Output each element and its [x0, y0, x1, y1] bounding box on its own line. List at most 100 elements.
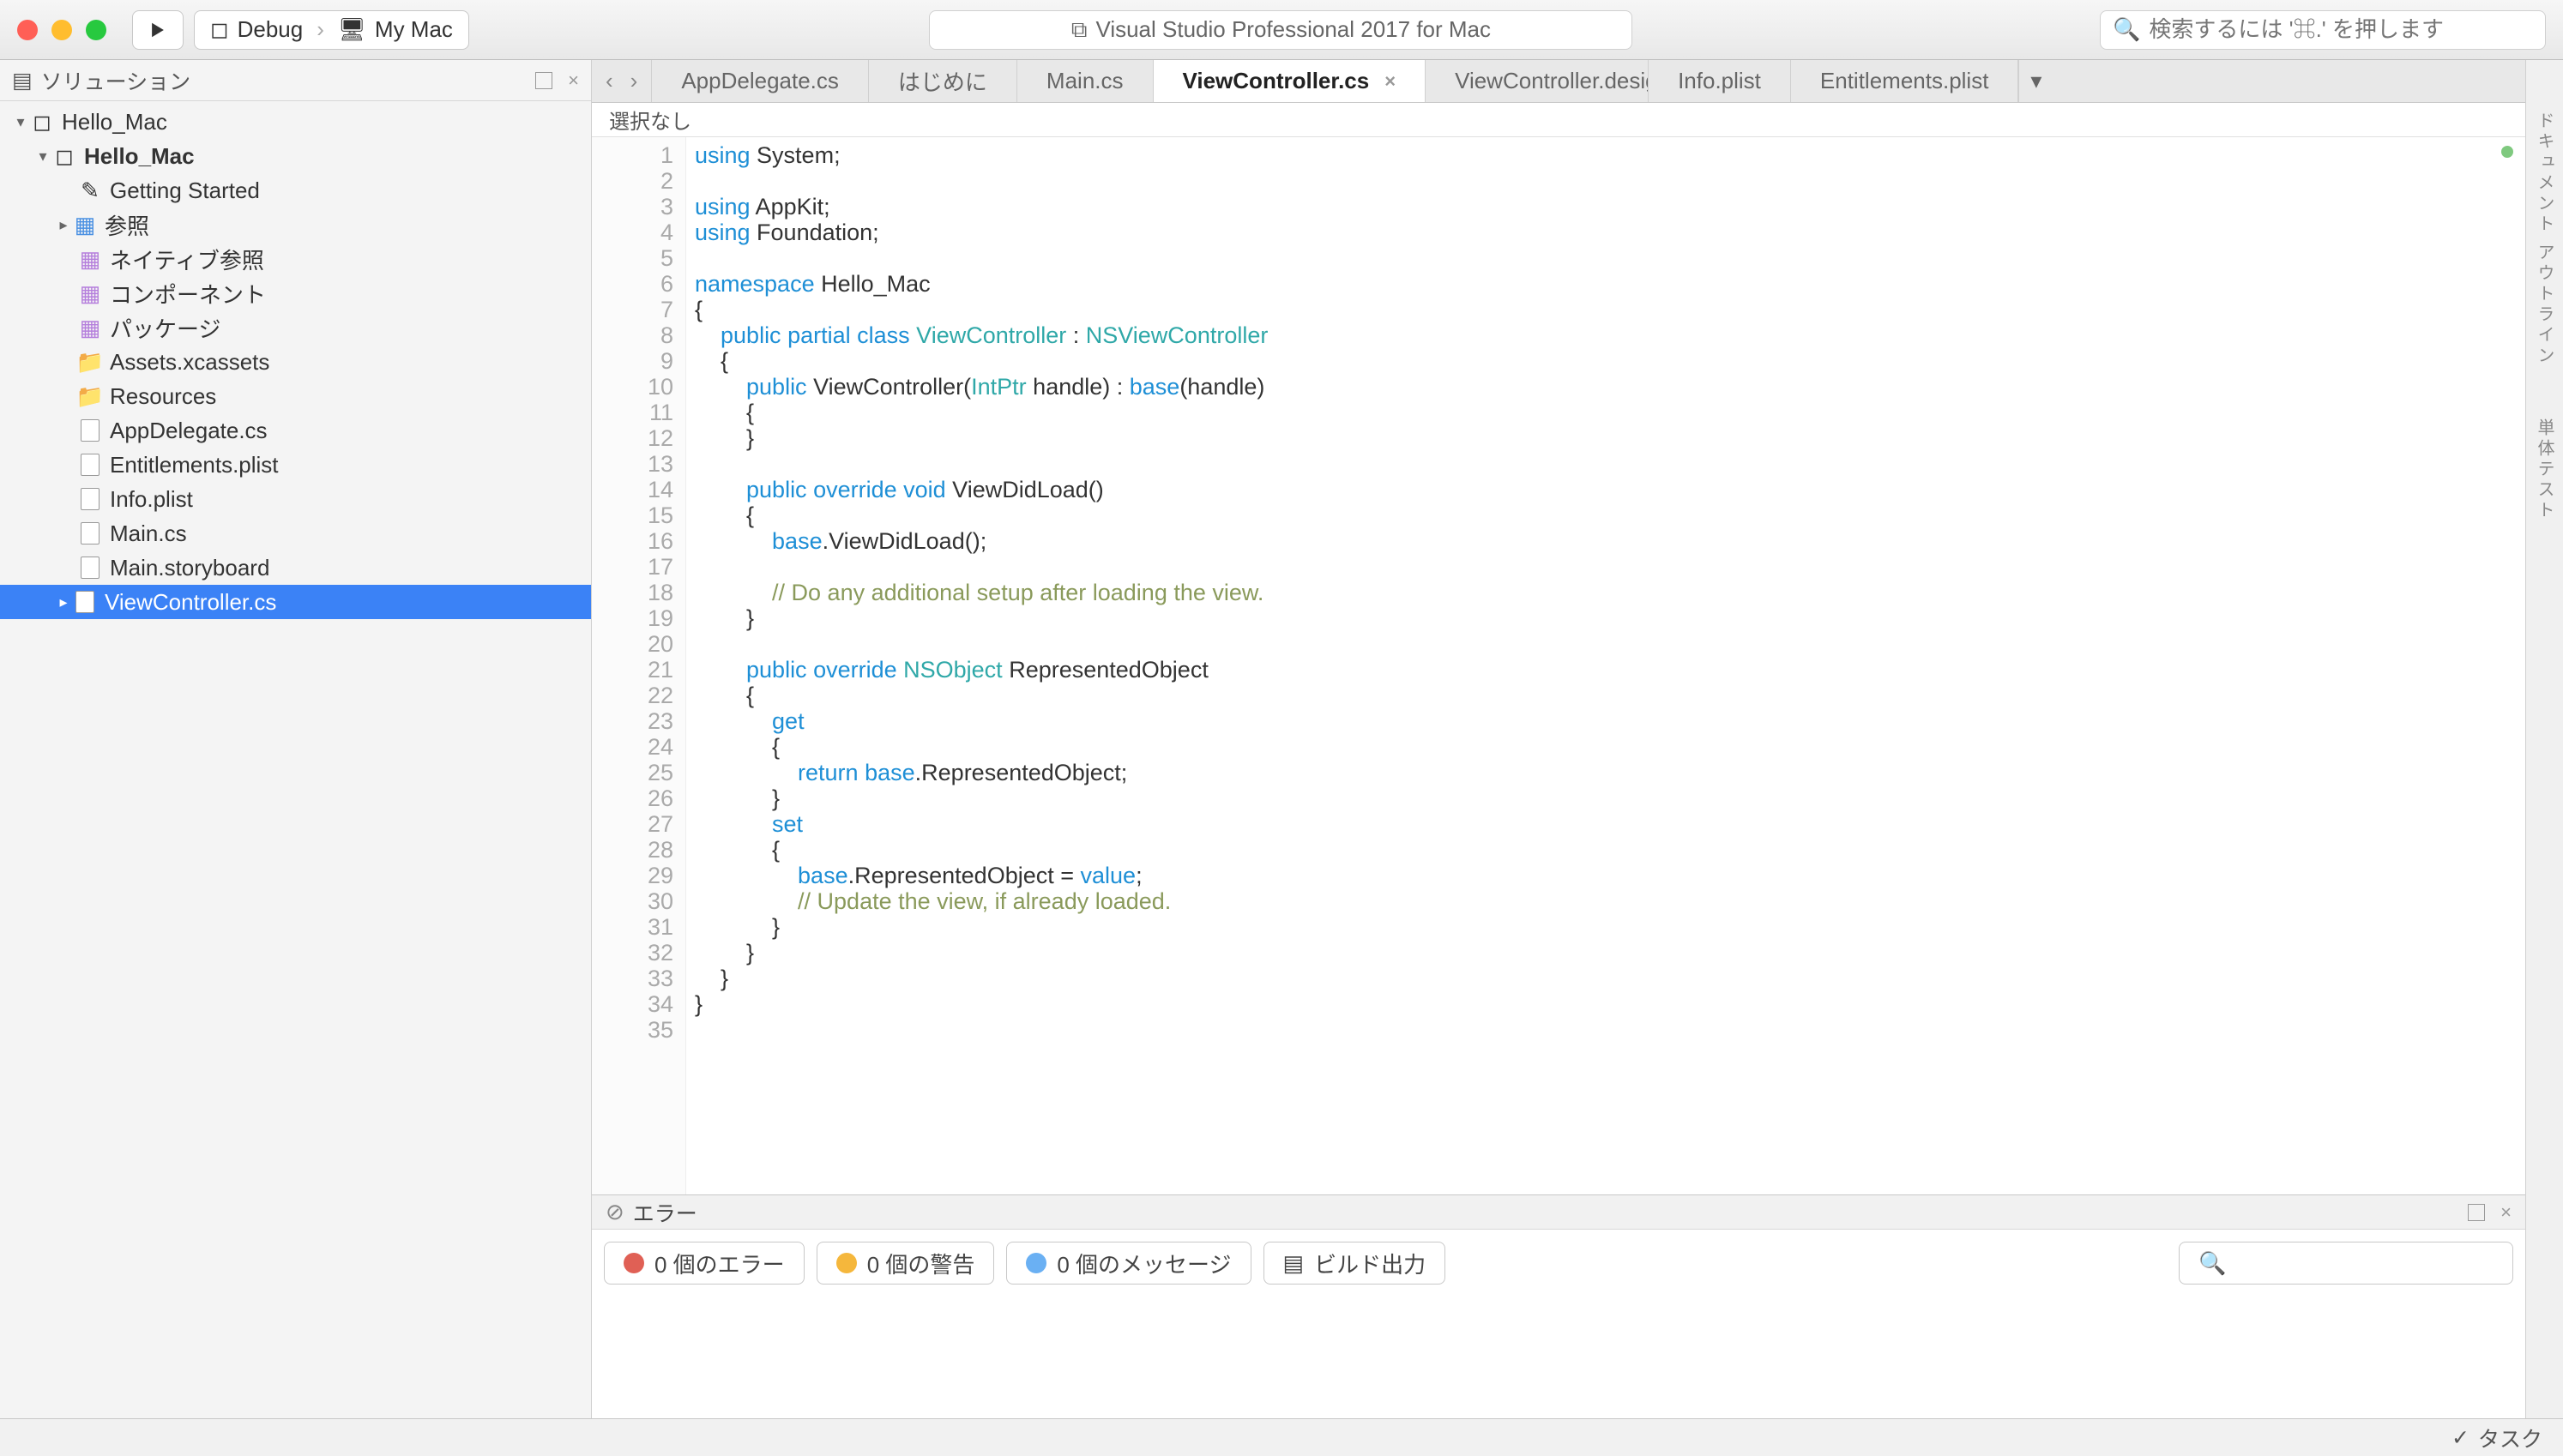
- debug-target-selector[interactable]: ◻ Debug › 🖥 My Mac: [194, 10, 469, 50]
- tree-getting-started[interactable]: ✎Getting Started: [0, 173, 591, 208]
- unit-tests-tab[interactable]: 単体テスト: [2532, 418, 2557, 521]
- tree-file-entitlements[interactable]: Entitlements.plist: [0, 448, 591, 482]
- code-line[interactable]: {: [695, 837, 2525, 863]
- tree-file-main[interactable]: Main.cs: [0, 516, 591, 551]
- tree-project[interactable]: ▾◻Hello_Mac: [0, 139, 591, 173]
- debug-config-label: Debug: [238, 16, 304, 43]
- tree-file-info[interactable]: Info.plist: [0, 482, 591, 516]
- messages-filter-button[interactable]: 0 個のメッセージ: [1006, 1242, 1251, 1285]
- doc-outline-tab[interactable]: ドキュメント アウトライン: [2532, 111, 2557, 367]
- sidebar-header: ▤ ソリューション ×: [0, 60, 591, 101]
- code-line[interactable]: [695, 245, 2525, 271]
- code-line[interactable]: }: [695, 914, 2525, 940]
- toolbar: ◻ Debug › 🖥 My Mac ⧉ Visual Studio Profe…: [0, 0, 2563, 60]
- error-icon: ⊘: [606, 1199, 624, 1225]
- tab-main[interactable]: Main.cs: [1017, 60, 1154, 102]
- stop-icon: ◻: [210, 16, 229, 43]
- panel-dock-button[interactable]: [535, 72, 552, 89]
- tree-resources[interactable]: 📁Resources: [0, 379, 591, 413]
- code-line[interactable]: [695, 554, 2525, 580]
- tree-native-refs[interactable]: ▦ネイティブ参照: [0, 242, 591, 276]
- run-button[interactable]: [132, 10, 184, 50]
- code-line[interactable]: public override void ViewDidLoad(): [695, 477, 2525, 502]
- editor-tabbar: ‹ › AppDelegate.cs はじめに Main.cs ViewCont…: [592, 60, 2525, 103]
- list-icon: ▤: [1283, 1250, 1305, 1277]
- editor-area: ‹ › AppDelegate.cs はじめに Main.cs ViewCont…: [592, 60, 2525, 1418]
- code-editor[interactable]: using System; using AppKit;using Foundat…: [686, 137, 2525, 1194]
- search-icon: 🔍: [2198, 1250, 2226, 1277]
- code-line[interactable]: [695, 631, 2525, 657]
- code-line[interactable]: [695, 1017, 2525, 1043]
- warnings-filter-button[interactable]: 0 個の警告: [817, 1242, 995, 1285]
- code-line[interactable]: get: [695, 708, 2525, 734]
- code-line[interactable]: {: [695, 297, 2525, 322]
- global-search[interactable]: 🔍: [2100, 10, 2546, 50]
- search-input[interactable]: [2149, 16, 2533, 43]
- tab-appdelegate[interactable]: AppDelegate.cs: [652, 60, 869, 102]
- minimize-window-button[interactable]: [51, 20, 72, 40]
- code-line[interactable]: set: [695, 811, 2525, 837]
- code-line[interactable]: {: [695, 502, 2525, 528]
- search-icon: 🔍: [2113, 16, 2140, 43]
- code-line[interactable]: }: [695, 785, 2525, 811]
- task-label[interactable]: タスク: [2478, 1423, 2542, 1453]
- tab-close-button[interactable]: ×: [1384, 70, 1396, 93]
- errors-search[interactable]: 🔍: [2179, 1242, 2513, 1285]
- errors-panel: ⊘ エラー × 0 個のエラー 0 個の警告 0 個のメッセージ ▤ビルド出力 …: [592, 1194, 2525, 1418]
- code-line[interactable]: using System;: [695, 142, 2525, 168]
- code-line[interactable]: }: [695, 605, 2525, 631]
- code-line[interactable]: // Do any additional setup after loading…: [695, 580, 2525, 605]
- code-line[interactable]: {: [695, 348, 2525, 374]
- code-line[interactable]: }: [695, 991, 2525, 1017]
- vs-icon: ⧉: [1071, 16, 1088, 44]
- code-line[interactable]: [695, 168, 2525, 194]
- code-line[interactable]: using Foundation;: [695, 220, 2525, 245]
- code-line[interactable]: public ViewController(IntPtr handle) : b…: [695, 374, 2525, 400]
- code-line[interactable]: }: [695, 425, 2525, 451]
- tree-file-viewcontroller[interactable]: ▸ViewController.cs: [0, 585, 591, 619]
- tree-components[interactable]: ▦コンポーネント: [0, 276, 591, 310]
- tab-info-plist[interactable]: Info.plist: [1649, 60, 1791, 102]
- warning-badge-icon: [836, 1253, 857, 1273]
- nav-forward-button[interactable]: ›: [630, 68, 638, 94]
- close-window-button[interactable]: [17, 20, 38, 40]
- tree-file-appdelegate[interactable]: AppDelegate.cs: [0, 413, 591, 448]
- nav-back-button[interactable]: ‹: [606, 68, 613, 94]
- zoom-window-button[interactable]: [86, 20, 106, 40]
- tab-viewcontroller[interactable]: ViewController.cs×: [1154, 60, 1426, 102]
- tree-solution[interactable]: ▾◻Hello_Mac: [0, 105, 591, 139]
- tree-packages[interactable]: ▦パッケージ: [0, 310, 591, 345]
- code-line[interactable]: }: [695, 966, 2525, 991]
- errors-panel-title: エラー: [633, 1197, 2452, 1228]
- build-output-button[interactable]: ▤ビルド出力: [1263, 1242, 1446, 1285]
- code-line[interactable]: namespace Hello_Mac: [695, 271, 2525, 297]
- code-line[interactable]: // Update the view, if already loaded.: [695, 888, 2525, 914]
- tab-getting-started[interactable]: はじめに: [869, 60, 1017, 102]
- code-line[interactable]: }: [695, 940, 2525, 966]
- tree-assets[interactable]: 📁Assets.xcassets: [0, 345, 591, 379]
- code-line[interactable]: {: [695, 400, 2525, 425]
- code-line[interactable]: base.RepresentedObject = value;: [695, 863, 2525, 888]
- code-line[interactable]: using AppKit;: [695, 194, 2525, 220]
- tree-file-storyboard[interactable]: Main.storyboard: [0, 551, 591, 585]
- breadcrumb[interactable]: 選択なし: [592, 103, 2525, 137]
- code-line[interactable]: public override NSObject RepresentedObje…: [695, 657, 2525, 683]
- code-line[interactable]: return base.RepresentedObject;: [695, 760, 2525, 785]
- panel-icon: ▤: [12, 68, 33, 93]
- line-gutter: 1234567891011121314151617181920212223242…: [592, 137, 686, 1194]
- panel-dock-button[interactable]: [2468, 1204, 2485, 1221]
- code-line[interactable]: {: [695, 734, 2525, 760]
- code-line[interactable]: [695, 451, 2525, 477]
- errors-filter-button[interactable]: 0 個のエラー: [604, 1242, 805, 1285]
- tab-overflow-button[interactable]: ▾: [2018, 60, 2053, 102]
- solution-tree[interactable]: ▾◻Hello_Mac ▾◻Hello_Mac ✎Getting Started…: [0, 101, 591, 1418]
- tree-references[interactable]: ▸▦参照: [0, 208, 591, 242]
- panel-close-button[interactable]: ×: [568, 69, 579, 92]
- code-line[interactable]: base.ViewDidLoad();: [695, 528, 2525, 554]
- code-line[interactable]: public partial class ViewController : NS…: [695, 322, 2525, 348]
- right-tool-strip: ドキュメント アウトライン 単体テスト: [2525, 60, 2563, 1418]
- panel-close-button[interactable]: ×: [2500, 1201, 2512, 1224]
- code-line[interactable]: {: [695, 683, 2525, 708]
- tab-viewcontroller-designer[interactable]: ViewController.designer.cs: [1426, 60, 1649, 102]
- tab-entitlements[interactable]: Entitlements.plist: [1791, 60, 2019, 102]
